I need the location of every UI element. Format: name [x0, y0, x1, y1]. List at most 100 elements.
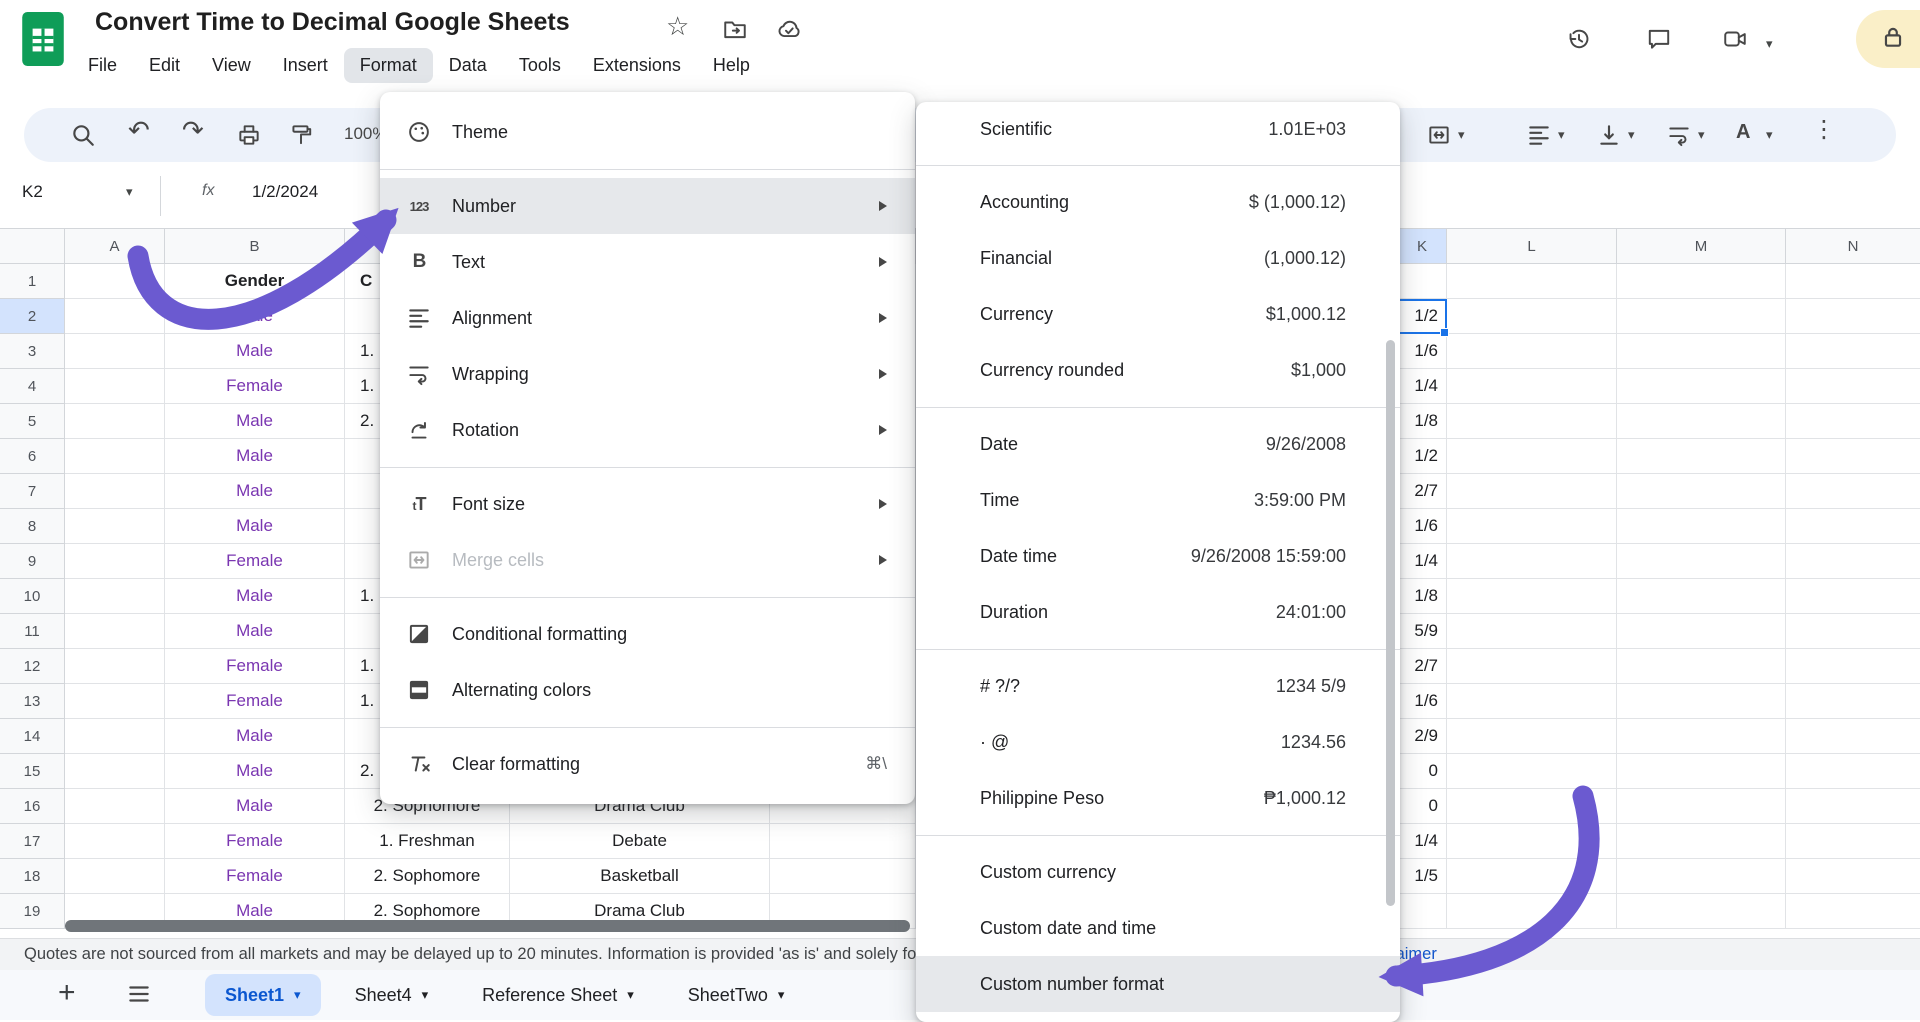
cell-b12[interactable]: Female — [165, 649, 345, 684]
column-header-k[interactable]: K — [1398, 228, 1447, 264]
menubar-item-edit[interactable]: Edit — [133, 48, 196, 83]
row-header-2[interactable]: 2 — [0, 299, 65, 334]
cell-k9[interactable]: 1/4 — [1398, 544, 1447, 579]
cell-m11[interactable] — [1617, 614, 1786, 649]
cell-l8[interactable] — [1447, 509, 1617, 544]
more-vert-icon[interactable]: ⋮ — [1812, 117, 1836, 143]
cell-m18[interactable] — [1617, 859, 1786, 894]
cell-n12[interactable] — [1786, 649, 1920, 684]
cell-c18[interactable]: 2. Sophomore — [345, 859, 510, 894]
horizontal-align-caret-icon[interactable]: ▾ — [1558, 127, 1565, 143]
cell-k8[interactable]: 1/6 — [1398, 509, 1447, 544]
cell-k15[interactable]: 0 — [1398, 754, 1447, 789]
comment-icon[interactable] — [1646, 26, 1672, 57]
cell-b15[interactable]: Male — [165, 754, 345, 789]
cell-a9[interactable] — [65, 544, 165, 579]
cell-a18[interactable] — [65, 859, 165, 894]
number-format-item-duration[interactable]: Duration 24:01:00 — [916, 584, 1400, 640]
cell-a13[interactable] — [65, 684, 165, 719]
cell-m19[interactable] — [1617, 894, 1786, 929]
cell-a3[interactable] — [65, 334, 165, 369]
move-folder-icon[interactable] — [722, 16, 748, 47]
sheet-tab-sheet4[interactable]: Sheet4 ▾ — [335, 974, 449, 1016]
row-header-19[interactable]: 19 — [0, 894, 65, 929]
text-rotation-caret-icon[interactable]: ▾ — [1766, 127, 1773, 143]
cell-b13[interactable]: Female — [165, 684, 345, 719]
cell-b10[interactable]: Male — [165, 579, 345, 614]
cell-m1[interactable] — [1617, 264, 1786, 299]
cell-n10[interactable] — [1786, 579, 1920, 614]
format-menu-item-wrapping[interactable]: Wrapping — [380, 346, 915, 402]
all-sheets-icon[interactable] — [126, 981, 152, 1012]
horizontal-align-icon[interactable] — [1526, 122, 1552, 148]
cell-e17[interactable] — [770, 824, 916, 859]
cell-b1[interactable]: Gender — [165, 264, 345, 299]
cell-a6[interactable] — [65, 439, 165, 474]
merge-cells-icon[interactable] — [1426, 122, 1452, 148]
star-icon[interactable]: ☆ — [666, 13, 689, 39]
version-history-icon[interactable] — [1566, 26, 1592, 57]
cell-n9[interactable] — [1786, 544, 1920, 579]
cell-m8[interactable] — [1617, 509, 1786, 544]
cell-k12[interactable]: 2/7 — [1398, 649, 1447, 684]
format-menu-item-theme[interactable]: Theme — [380, 104, 915, 160]
cell-b14[interactable]: Male — [165, 719, 345, 754]
row-header-17[interactable]: 17 — [0, 824, 65, 859]
cell-l1[interactable] — [1447, 264, 1617, 299]
cell-a11[interactable] — [65, 614, 165, 649]
cell-k7[interactable]: 2/7 — [1398, 474, 1447, 509]
cell-a8[interactable] — [65, 509, 165, 544]
cell-m13[interactable] — [1617, 684, 1786, 719]
menubar-item-tools[interactable]: Tools — [503, 48, 577, 83]
cell-b4[interactable]: Female — [165, 369, 345, 404]
cell-k13[interactable]: 1/6 — [1398, 684, 1447, 719]
number-format-item-currency-rounded[interactable]: Currency rounded $1,000 — [916, 342, 1400, 398]
cell-l17[interactable] — [1447, 824, 1617, 859]
print-icon[interactable] — [236, 122, 262, 148]
sheet-tab-reference-sheet[interactable]: Reference Sheet ▾ — [462, 974, 654, 1016]
cell-m16[interactable] — [1617, 789, 1786, 824]
cell-n2[interactable] — [1786, 299, 1920, 334]
cell-n1[interactable] — [1786, 264, 1920, 299]
row-header-15[interactable]: 15 — [0, 754, 65, 789]
column-header-a[interactable]: A — [65, 228, 165, 264]
cell-l2[interactable] — [1447, 299, 1617, 334]
cell-n5[interactable] — [1786, 404, 1920, 439]
cell-l5[interactable] — [1447, 404, 1617, 439]
cell-n7[interactable] — [1786, 474, 1920, 509]
row-header-7[interactable]: 7 — [0, 474, 65, 509]
cell-a12[interactable] — [65, 649, 165, 684]
menubar-item-data[interactable]: Data — [433, 48, 503, 83]
number-format-item-currency[interactable]: Currency $1,000.12 — [916, 286, 1400, 342]
cell-b6[interactable]: Male — [165, 439, 345, 474]
cell-n3[interactable] — [1786, 334, 1920, 369]
row-header-6[interactable]: 6 — [0, 439, 65, 474]
cell-b17[interactable]: Female — [165, 824, 345, 859]
cell-b11[interactable]: Male — [165, 614, 345, 649]
cell-b18[interactable]: Female — [165, 859, 345, 894]
paint-format-icon[interactable] — [288, 122, 314, 148]
cell-m10[interactable] — [1617, 579, 1786, 614]
number-format-item-scientific[interactable]: Scientific 1.01E+03 — [916, 102, 1400, 156]
format-menu-item-alternating-colors[interactable]: Alternating colors — [380, 662, 915, 718]
cell-n4[interactable] — [1786, 369, 1920, 404]
horizontal-scrollbar[interactable] — [65, 920, 910, 932]
cell-k14[interactable]: 2/9 — [1398, 719, 1447, 754]
sheets-logo-icon[interactable] — [22, 12, 64, 71]
cell-a1[interactable] — [65, 264, 165, 299]
cell-l3[interactable] — [1447, 334, 1617, 369]
cell-n16[interactable] — [1786, 789, 1920, 824]
undo-icon[interactable]: ↶ — [128, 117, 150, 143]
redo-icon[interactable]: ↷ — [182, 117, 204, 143]
cell-l14[interactable] — [1447, 719, 1617, 754]
cell-d18[interactable]: Basketball — [510, 859, 770, 894]
cell-m14[interactable] — [1617, 719, 1786, 754]
cell-k16[interactable]: 0 — [1398, 789, 1447, 824]
cell-n6[interactable] — [1786, 439, 1920, 474]
cell-l11[interactable] — [1447, 614, 1617, 649]
cell-l15[interactable] — [1447, 754, 1617, 789]
cell-l4[interactable] — [1447, 369, 1617, 404]
cell-m15[interactable] — [1617, 754, 1786, 789]
row-header-18[interactable]: 18 — [0, 859, 65, 894]
row-header-13[interactable]: 13 — [0, 684, 65, 719]
